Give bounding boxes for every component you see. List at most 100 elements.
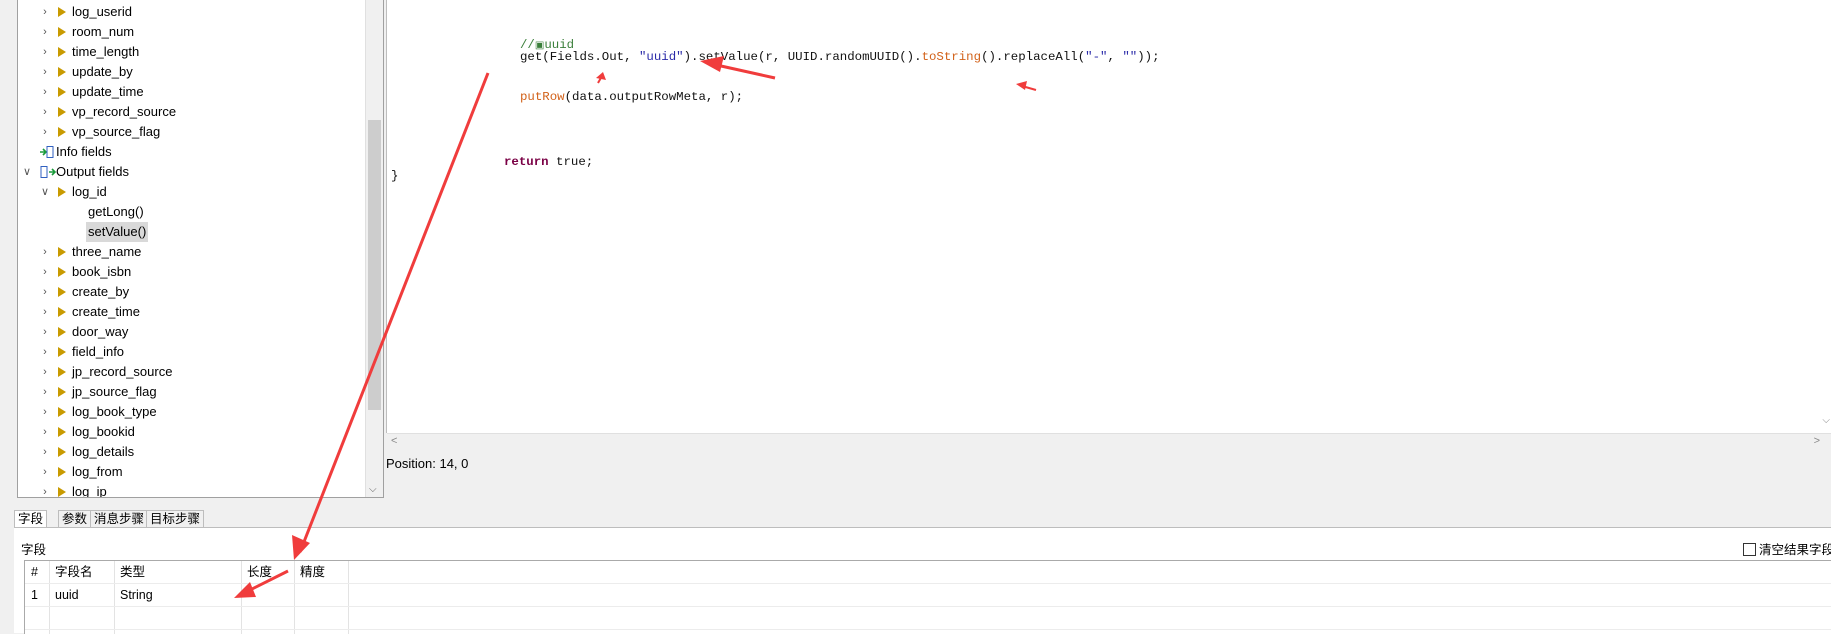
scroll-down-icon[interactable]: ⌵ <box>369 484 377 495</box>
tree-item-output-field[interactable]: › create_time <box>18 302 358 322</box>
column-header-length[interactable]: 长度 <box>241 561 294 583</box>
column-header-name[interactable]: 字段名 <box>49 561 114 583</box>
chevron-right-icon[interactable]: › <box>38 482 52 497</box>
field-node-icon <box>58 347 66 357</box>
cell-field-length[interactable] <box>241 584 294 606</box>
code-string: "" <box>1122 50 1138 64</box>
tree-item-output-field[interactable]: › jp_source_flag <box>18 382 358 402</box>
chevron-down-icon[interactable]: ∨ <box>38 182 52 202</box>
tree-item-output-field[interactable]: › book_isbn <box>18 262 358 282</box>
tree-item-output-field[interactable]: › log_ip <box>18 482 358 497</box>
cell-field-type[interactable]: String <box>114 584 241 606</box>
column-header-num[interactable]: # <box>25 561 49 583</box>
tree-item-method[interactable]: setValue() <box>18 222 358 242</box>
chevron-right-icon[interactable]: › <box>38 82 52 102</box>
clear-result-fields-checkbox[interactable]: 清空结果字段 <box>1743 539 1831 558</box>
field-node-icon <box>58 187 66 197</box>
chevron-down-icon[interactable]: ∨ <box>20 162 34 182</box>
cell-field-precision[interactable] <box>294 584 348 606</box>
chevron-right-icon[interactable]: › <box>38 442 52 462</box>
chevron-right-icon[interactable]: › <box>38 462 52 482</box>
tree-item-input-field[interactable]: › log_userid <box>18 2 358 22</box>
tab-info-steps[interactable]: 消息步骤 <box>90 510 149 528</box>
code-token: true; <box>548 155 594 169</box>
tree-item-log-id[interactable]: ∨ log_id <box>18 182 358 202</box>
code-string: "uuid" <box>638 50 684 64</box>
tree-item-input-field[interactable]: › room_num <box>18 22 358 42</box>
code-string: "-" <box>1085 50 1108 64</box>
column-header-precision[interactable]: 精度 <box>294 561 348 583</box>
cell-field-name[interactable]: uuid <box>49 584 114 606</box>
chevron-right-icon[interactable]: › <box>38 242 52 262</box>
tree-item-label: log_details <box>72 444 135 459</box>
tree-item-label: create_by <box>72 284 130 299</box>
cell-row-number[interactable]: 1 <box>25 584 49 606</box>
checkbox-box[interactable] <box>1743 543 1756 556</box>
chevron-right-icon[interactable]: › <box>38 22 52 42</box>
code-area[interactable]: //▣uuid get(Fields.Out, "uuid").setValue… <box>389 0 1160 183</box>
code-token: get(Fields.Out, <box>520 50 639 64</box>
chevron-right-icon[interactable]: › <box>38 382 52 402</box>
code-token: ).setValue(r, UUID.randomUUID(). <box>683 50 922 64</box>
chevron-right-icon[interactable]: › <box>38 422 52 442</box>
tree-item-label: jp_record_source <box>72 364 173 379</box>
tree-item-label: create_time <box>72 304 140 319</box>
chevron-right-icon[interactable]: › <box>38 2 52 22</box>
cursor-position-label: Position: 14, 0 <box>386 456 469 471</box>
field-node-icon <box>58 27 66 37</box>
tree-item-label: jp_source_flag <box>72 384 157 399</box>
tree-item-output-fields[interactable]: ∨ Output fields <box>18 162 358 182</box>
tree-item-input-field[interactable]: › update_by <box>18 62 358 82</box>
tree-scrollbar-thumb[interactable] <box>368 120 381 410</box>
code-method: putRow <box>520 90 565 104</box>
tree-vertical-scrollbar[interactable]: ⌵ <box>365 0 383 497</box>
tree-item-info-fields[interactable]: Info fields <box>18 142 358 162</box>
field-node-icon <box>58 487 66 497</box>
tree-item-output-field[interactable]: › create_by <box>18 282 358 302</box>
editor-scroll-down-icon[interactable]: ⌵ <box>1822 415 1830 426</box>
table-divider <box>25 606 1831 607</box>
field-node-icon <box>58 387 66 397</box>
chevron-right-icon[interactable]: › <box>38 322 52 342</box>
tree-item-label: Output fields <box>56 164 129 179</box>
tree-item-output-field[interactable]: › log_bookid <box>18 422 358 442</box>
tree-item-output-field[interactable]: › log_book_type <box>18 402 358 422</box>
field-node-icon <box>58 447 66 457</box>
tree-item-output-field[interactable]: › log_details <box>18 442 358 462</box>
tree-item-input-field[interactable]: › time_length <box>18 42 358 62</box>
chevron-right-icon[interactable]: › <box>38 402 52 422</box>
chevron-right-icon[interactable]: › <box>38 102 52 122</box>
chevron-right-icon[interactable]: › <box>38 42 52 62</box>
scroll-left-icon[interactable]: < <box>391 435 397 447</box>
editor-horizontal-scrollbar[interactable]: < > <box>387 433 1831 451</box>
tab-target-steps[interactable]: 目标步骤 <box>146 510 205 528</box>
chevron-right-icon[interactable]: › <box>38 62 52 82</box>
tree-item-input-field[interactable]: › vp_source_flag <box>18 122 358 142</box>
chevron-right-icon[interactable]: › <box>38 282 52 302</box>
code-token: ().replaceAll( <box>981 50 1086 64</box>
tree-item-output-field[interactable]: › three_name <box>18 242 358 262</box>
checkbox-label: 清空结果字段 <box>1759 543 1831 557</box>
column-header-type[interactable]: 类型 <box>114 561 241 583</box>
tree-item-label: log_book_type <box>72 404 157 419</box>
chevron-right-icon[interactable]: › <box>38 302 52 322</box>
tab-parameters[interactable]: 参数 <box>58 510 92 528</box>
chevron-right-icon[interactable]: › <box>38 342 52 362</box>
code-token: )); <box>1137 50 1160 64</box>
tree-item-label: log_bookid <box>72 424 135 439</box>
tree-item-method[interactable]: getLong() <box>18 202 358 222</box>
tree-item-output-field[interactable]: › log_from <box>18 462 358 482</box>
tree-item-input-field[interactable]: › vp_record_source <box>18 102 358 122</box>
tree-item-output-field[interactable]: › field_info <box>18 342 358 362</box>
chevron-right-icon[interactable]: › <box>38 362 52 382</box>
tree-item-output-field[interactable]: › door_way <box>18 322 358 342</box>
tree-item-label: three_name <box>72 244 142 259</box>
chevron-right-icon[interactable]: › <box>38 262 52 282</box>
tree-item-output-field[interactable]: › jp_record_source <box>18 362 358 382</box>
tree-item-label: log_from <box>72 464 123 479</box>
field-node-icon <box>58 247 66 257</box>
code-editor[interactable]: //▣uuid get(Fields.Out, "uuid").setValue… <box>386 0 1831 451</box>
scroll-right-icon[interactable]: > <box>1814 435 1820 447</box>
chevron-right-icon[interactable]: › <box>38 122 52 142</box>
tree-item-input-field[interactable]: › update_time <box>18 82 358 102</box>
